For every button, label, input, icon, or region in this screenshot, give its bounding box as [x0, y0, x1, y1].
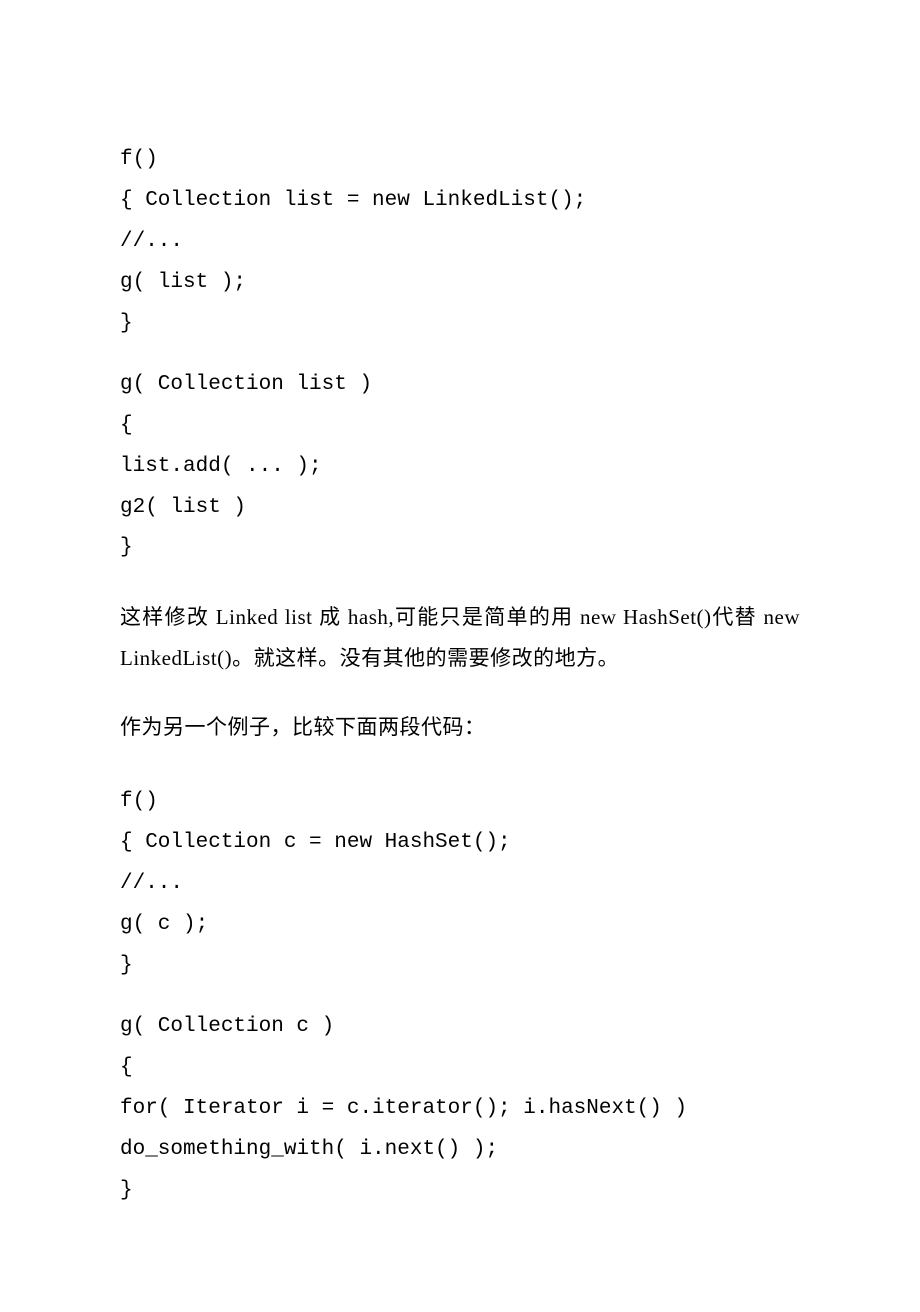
- paragraph-2: 作为另一个例子，比较下面两段代码：: [120, 707, 800, 748]
- paragraph-1: 这样修改 Linked list 成 hash,可能只是简单的用 new Has…: [120, 597, 800, 679]
- code-block-3: f() { Collection c = new HashSet(); //..…: [120, 782, 800, 987]
- code-block-1: f() { Collection list = new LinkedList()…: [120, 140, 800, 345]
- code-block-2: g( Collection list ) { list.add( ... ); …: [120, 365, 800, 570]
- document-page: f() { Collection list = new LinkedList()…: [0, 0, 920, 1312]
- code-block-4: g( Collection c ) { for( Iterator i = c.…: [120, 1007, 800, 1212]
